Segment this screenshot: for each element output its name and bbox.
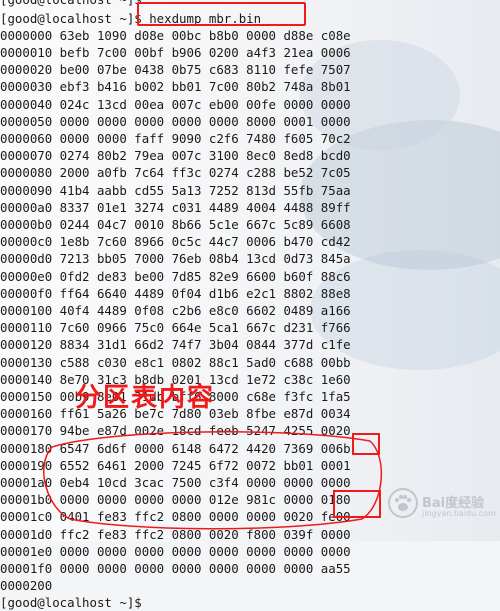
hexdump-line: 0000120 8834 31d1 66d2 74f7 3b04 0844 37… <box>0 337 351 353</box>
hexdump-line: 0000040 024c 13cd 00ea 007c eb00 00fe 00… <box>0 96 351 112</box>
command-highlight-box <box>137 2 306 26</box>
boot-signature-highlight-box <box>333 490 381 518</box>
hexdump-line: 0000090 41b4 aabb cd55 5a13 7252 813d 55… <box>0 182 351 198</box>
hexdump-line: 0000060 0000 0000 faff 9090 c2f6 7480 f6… <box>0 130 351 146</box>
hexdump-line: 0000110 7c60 0966 75c0 664e 5ca1 667c d2… <box>0 320 351 336</box>
boot-flag-highlight-box <box>352 433 380 455</box>
hexdump-line: 0000020 be00 07be 0438 0b75 c683 8110 fe… <box>0 62 351 78</box>
hexdump-line: 0000070 0274 80b2 79ea 007c 3100 8ec0 8e… <box>0 148 351 164</box>
hexdump-line: 0000100 40f4 4489 0f08 c2b6 e8c0 6602 04… <box>0 302 351 318</box>
hexdump-line: 0000080 2000 a0fb 7c64 ff3c 0274 c288 be… <box>0 165 351 181</box>
paw-icon <box>388 488 418 518</box>
hexdump-line: 0000030 ebf3 b416 b002 bb01 7c00 80b2 74… <box>0 79 351 95</box>
watermark-subtitle: jingyan.baidu.com <box>422 509 496 518</box>
hexdump-line: 0000130 c588 c030 e8c1 0802 88c1 5ad0 c6… <box>0 354 351 370</box>
hexdump-line: 0000000 63eb 1090 d08e 00bc b8b0 0000 d8… <box>0 27 351 43</box>
hexdump-line: 00000e0 0fd2 de83 be00 7d85 82e9 6600 b6… <box>0 268 351 284</box>
hexdump-line: 0000010 befb 7c00 00bf b906 0200 a4f3 21… <box>0 44 351 60</box>
terminal-current-prompt[interactable]: [good@localhost ~]$ <box>0 594 142 611</box>
hexdump-line: 00000b0 0244 04c7 0010 8b66 5c1e 667c 5c… <box>0 216 351 232</box>
hexdump-line: 00000f0 ff64 6640 4489 0f04 d1b6 e2c1 88… <box>0 285 351 301</box>
hexdump-end-offset: 0000200 <box>0 578 53 594</box>
hexdump-line: 0000050 0000 0000 0000 0000 0000 8000 00… <box>0 113 351 129</box>
hexdump-line: 00001e0 0000 0000 0000 0000 0000 0000 00… <box>0 543 351 559</box>
hexdump-line: 00000c0 1e8b 7c60 8966 0c5c 44c7 0006 b4… <box>0 234 351 250</box>
terminal-previous-prompt: [good@localhost ~]$ <box>0 0 142 9</box>
hexdump-line: 00000d0 7213 bb05 7000 76eb 08b4 13cd 0d… <box>0 251 351 267</box>
partition-table-label: 分区表内容 <box>75 383 216 413</box>
watermark: Bai度经验 jingyan.baidu.com <box>388 486 496 526</box>
hexdump-line: 00000a0 8337 01e1 3274 c031 4489 4004 44… <box>0 199 351 215</box>
terminal-command-prompt: [good@localhost ~] <box>0 10 135 26</box>
hexdump-line: 00001f0 0000 0000 0000 0000 0000 0000 00… <box>0 560 351 576</box>
